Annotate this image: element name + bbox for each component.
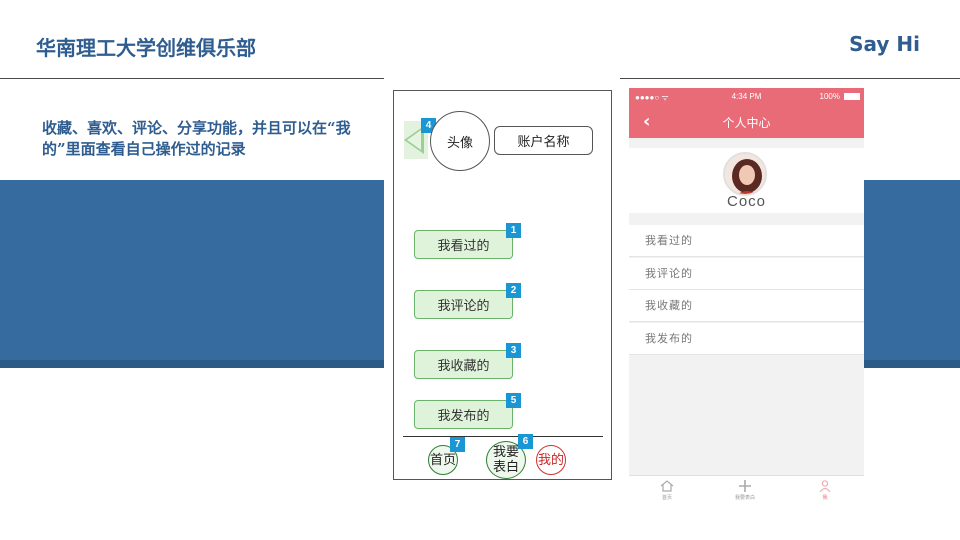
battery-level: 100% [819,92,840,101]
decor-band-left [0,180,384,368]
phone-tab-home-label: 首页 [661,495,672,501]
back-arrow-icon-fill [407,130,421,150]
phone-tab-post[interactable]: 我要表白 [715,480,775,501]
avatar[interactable] [723,152,767,196]
annotation-badge-7: 7 [450,437,465,452]
nav-title: 个人中心 [722,116,771,130]
phone-tab-post-label: 我要表白 [734,495,755,501]
list-item-commented[interactable]: 我评论的 [629,258,864,290]
status-bar: ●●●●○ ᯤ 4:34 PM 100% [629,88,864,105]
annotation-badge-3: 3 [506,343,521,358]
list-item-published[interactable]: 我发布的 [629,323,864,355]
battery-icon [844,93,860,100]
tab-mine[interactable]: 我的 [536,445,566,475]
profile-header: Coco [629,148,864,213]
user-icon [819,480,831,492]
wireframe-profile-screen: 4 头像 账户名称 我看过的 1 我评论的 2 我收藏的 3 我发布的 5 首页… [393,90,612,480]
header-divider-left [0,78,384,79]
tabbar-divider [403,436,603,437]
list-item-viewed[interactable]: 我看过的 [629,225,864,257]
phone-tab-me[interactable]: 我 [795,480,855,501]
menu-item-published[interactable]: 我发布的 [414,400,513,429]
header-divider-right [620,78,960,79]
account-name-field[interactable]: 账户名称 [494,126,593,155]
phone-tab-me-label: 我 [822,495,828,501]
annotation-badge-2: 2 [506,283,521,298]
decor-band-shadow-right [864,360,960,368]
feature-description: 收藏、喜欢、评论、分享功能，并且可以在“我的”里面查看自己操作过的记录 [42,119,351,158]
plus-icon [739,480,751,492]
menu-item-viewed[interactable]: 我看过的 [414,230,513,259]
phone-tab-home[interactable]: 首页 [637,480,697,501]
decor-band-shadow-left [0,360,384,368]
annotation-badge-5: 5 [506,393,521,408]
brand-logo-text: Say Hi [849,32,920,56]
home-icon [660,480,674,492]
menu-item-favorited[interactable]: 我收藏的 [414,350,513,379]
annotation-badge-6: 6 [518,434,533,449]
user-name: Coco [726,193,767,210]
nav-bar: ‹ 个人中心 [629,105,864,138]
menu-item-commented[interactable]: 我评论的 [414,290,513,319]
annotation-badge-1: 1 [506,223,521,238]
phone-mockup: ●●●●○ ᯤ 4:34 PM 100% ‹ 个人中心 Coco 我看过的 我评… [629,88,864,506]
slide-title: 华南理工大学创维俱乐部 [36,36,256,60]
phone-tabbar: 首页 我要表白 我 [629,475,864,506]
list-item-favorited[interactable]: 我收藏的 [629,290,864,322]
avatar-placeholder[interactable]: 头像 [430,111,490,171]
decor-band-right [864,180,960,368]
